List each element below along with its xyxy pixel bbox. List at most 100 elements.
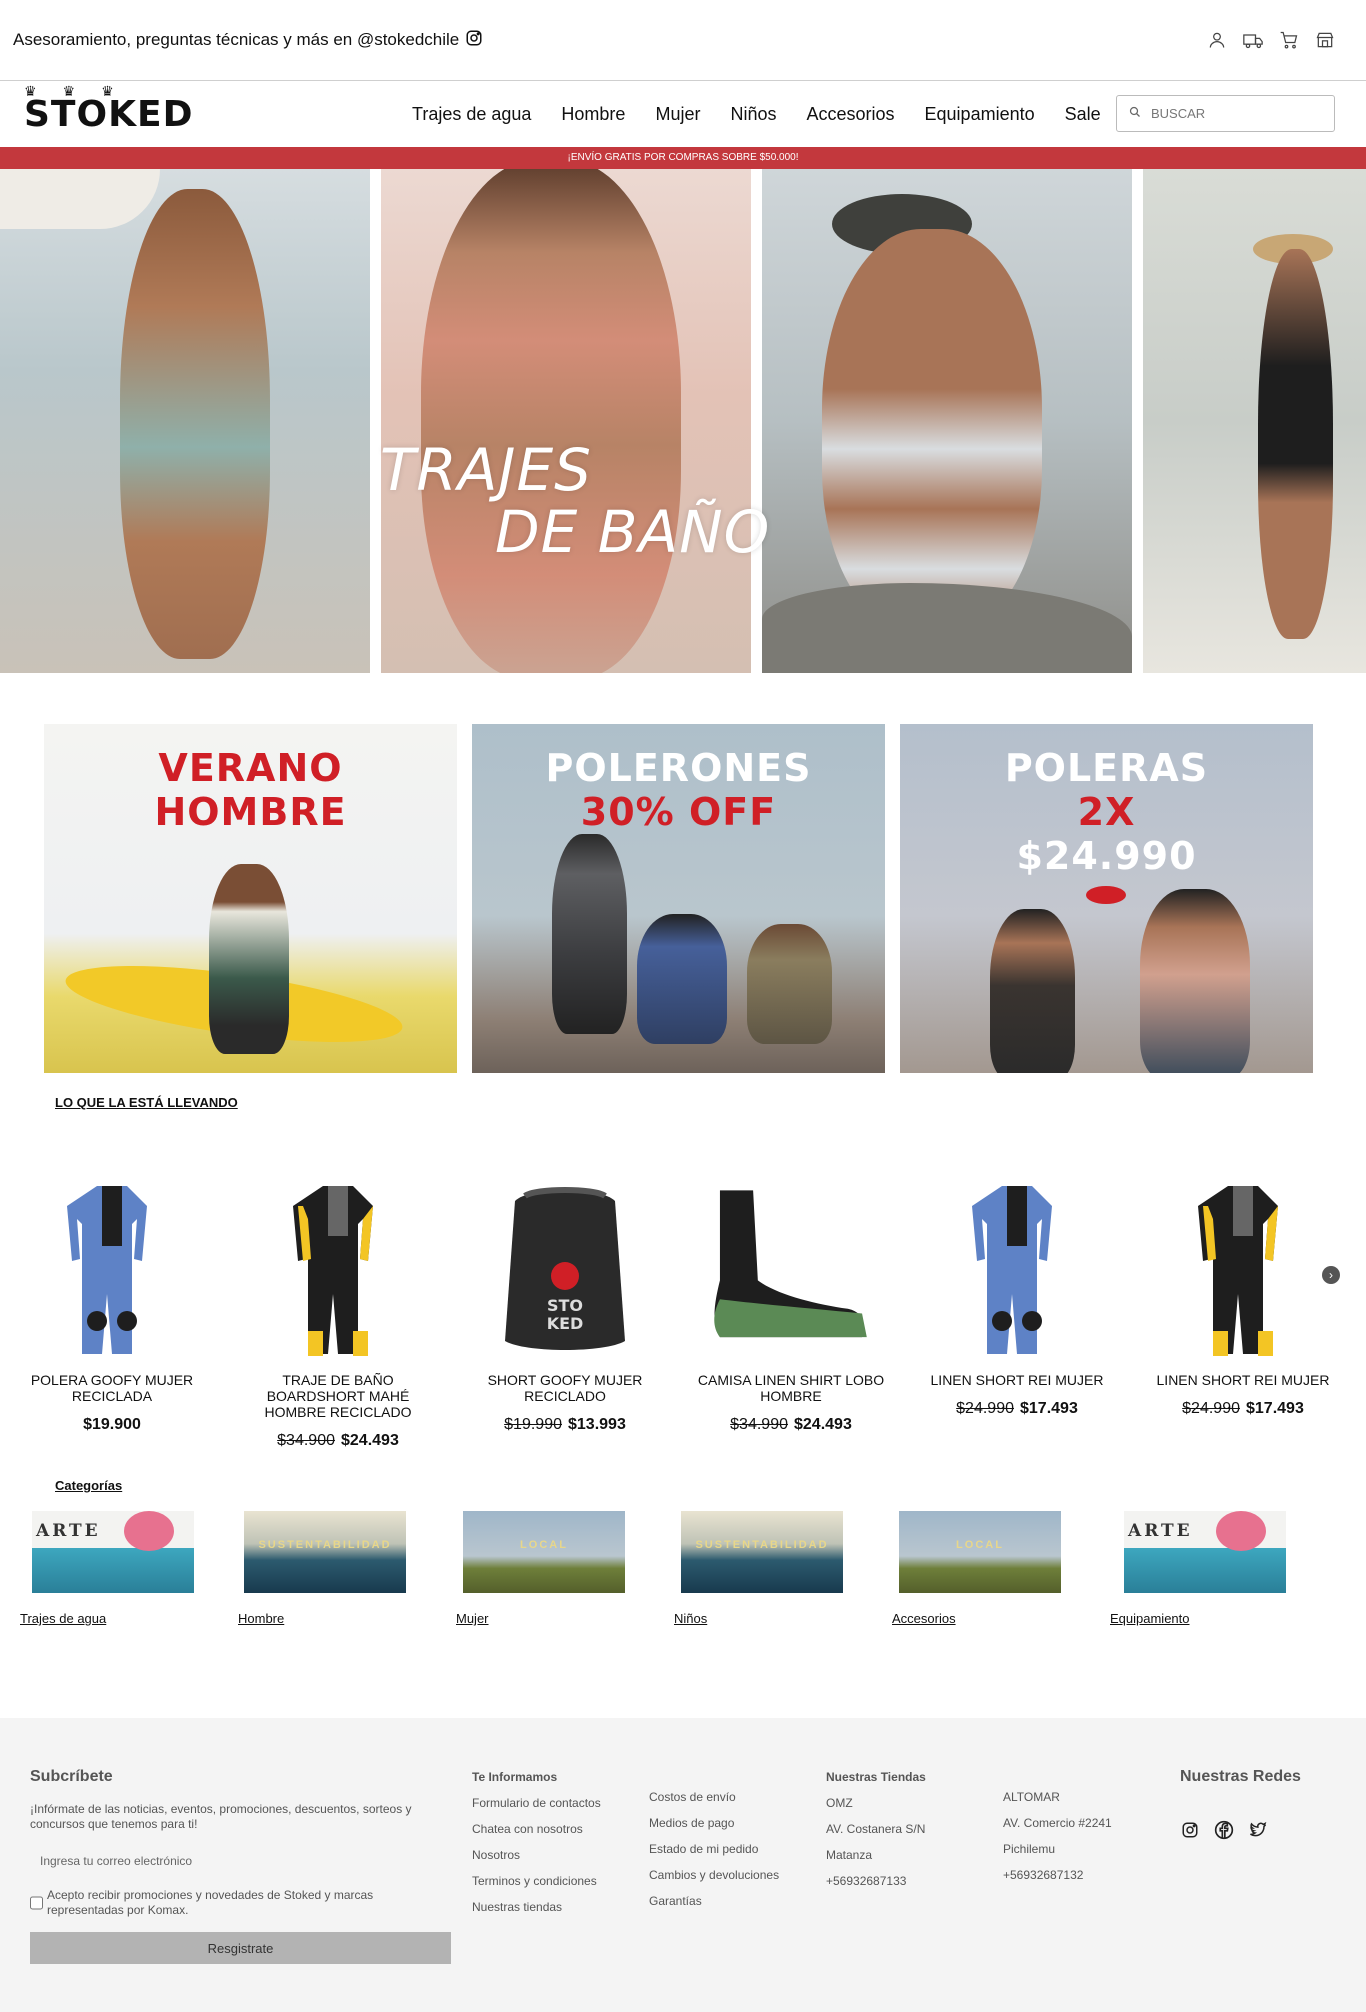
store-line: +56932687132: [1003, 1868, 1084, 1882]
product-price-old: $24.990: [956, 1400, 1014, 1417]
menu-item-equipamiento[interactable]: Equipamiento: [925, 104, 1035, 125]
category-label[interactable]: Trajes de agua: [20, 1611, 190, 1626]
user-icon[interactable]: [1206, 29, 1228, 51]
product-card[interactable]: LINEN SHORT REI MUJER $24.990 $17.493: [917, 1178, 1117, 1418]
instagram-icon[interactable]: [1180, 1820, 1200, 1840]
promo-banners: VERANO HOMBRE POLERONES 30% OFF POLERAS …: [0, 673, 1366, 1073]
search-input[interactable]: [1151, 106, 1311, 121]
stoked-logo[interactable]: ♛♛♛ STOKED: [24, 84, 194, 135]
footer-stores-2: ALTOMAR AV. Comercio #2241 Pichilemu +56…: [1003, 1778, 1112, 1882]
social-title: Nuestras Redes: [1180, 1768, 1301, 1785]
account-icons: [1206, 29, 1336, 51]
search-box: [1116, 95, 1335, 132]
category-item[interactable]: SUSTENTABILIDAD Niños: [674, 1511, 844, 1626]
store-line: AV. Comercio #2241: [1003, 1816, 1112, 1830]
footer-link[interactable]: Terminos y condiciones: [472, 1874, 601, 1888]
category-label[interactable]: Hombre: [238, 1611, 408, 1626]
product-price-old: $24.990: [1182, 1400, 1240, 1417]
banner-verano-hombre[interactable]: VERANO HOMBRE: [44, 724, 457, 1073]
stoked-wave-icon: [1086, 886, 1126, 904]
product-name: LINEN SHORT REI MUJER: [930, 1372, 1104, 1388]
truck-icon[interactable]: [1242, 29, 1264, 51]
stores-title: Nuestras Tiendas: [826, 1770, 926, 1784]
store-icon[interactable]: [1314, 29, 1336, 51]
footer-link[interactable]: Formulario de contactos: [472, 1796, 601, 1810]
footer-link[interactable]: Medios de pago: [649, 1816, 779, 1830]
cart-icon[interactable]: [1278, 29, 1300, 51]
carousel-next-icon[interactable]: ›: [1322, 1266, 1340, 1284]
top-bar: Asesoramiento, preguntas técnicas y más …: [0, 0, 1366, 81]
thumb-text: LOCAL: [520, 1539, 568, 1551]
register-button[interactable]: Resgistrate: [30, 1932, 451, 1964]
menu-item-ninos[interactable]: Niños: [730, 104, 776, 125]
menu-item-mujer[interactable]: Mujer: [655, 104, 700, 125]
category-item[interactable]: LOCAL Mujer: [456, 1511, 626, 1626]
top-bar-text: Asesoramiento, preguntas técnicas y más …: [13, 30, 460, 49]
category-label[interactable]: Niños: [674, 1611, 844, 1626]
twitter-icon[interactable]: [1248, 1820, 1268, 1840]
backpack-icon: STO KED: [475, 1178, 655, 1358]
footer-link[interactable]: Nosotros: [472, 1848, 601, 1862]
category-label[interactable]: Mujer: [456, 1611, 626, 1626]
category-item[interactable]: LOCAL Accesorios: [892, 1511, 1062, 1626]
social-icons: [1180, 1820, 1301, 1840]
product-card[interactable]: POLERA GOOFY MUJER RECICLADA $19.900: [12, 1178, 212, 1434]
product-name: TRAJE DE BAÑO BOARDSHORT MAHÉ HOMBRE REC…: [264, 1372, 412, 1420]
footer-subscribe: Subcríbete ¡Infórmate de las noticias, e…: [30, 1768, 451, 1964]
category-item[interactable]: SUSTENTABILIDAD Hombre: [238, 1511, 408, 1626]
category-label[interactable]: Accesorios: [892, 1611, 1062, 1626]
hero-banner[interactable]: TRAJES DE BAÑO: [0, 169, 1366, 673]
hero-title-line2: DE BAÑO: [495, 498, 771, 566]
consent-row: Acepto recibir promociones y novedades d…: [30, 1888, 450, 1918]
product-name: CAMISA LINEN SHIRT LOBO HOMBRE: [697, 1372, 885, 1404]
product-card[interactable]: CAMISA LINEN SHIRT LOBO HOMBRE $34.990 $2…: [691, 1178, 891, 1434]
product-price: $24.990 $17.493: [1143, 1400, 1343, 1418]
product-carousel: POLERA GOOFY MUJER RECICLADA $19.900 TRA…: [0, 1178, 1366, 1478]
footer-link[interactable]: Garantías: [649, 1894, 779, 1908]
footer-link[interactable]: Nuestras tiendas: [472, 1900, 601, 1914]
footer-link[interactable]: Estado de mi pedido: [649, 1842, 779, 1856]
banner-title: POLERAS 2X $24.990: [900, 746, 1313, 878]
category-list: ARTE Trajes de agua SUSTENTABILIDAD Homb…: [0, 1511, 1366, 1641]
banner-polerones[interactable]: POLERONES 30% OFF: [472, 724, 885, 1073]
menu-item-sale[interactable]: Sale: [1065, 104, 1101, 125]
main-nav: ♛♛♛ STOKED Trajes de agua Hombre Mujer N…: [0, 81, 1366, 147]
banner-poleras[interactable]: POLERAS 2X $24.990: [900, 724, 1313, 1073]
category-label[interactable]: Equipamiento: [1110, 1611, 1280, 1626]
menu-item-accesorios[interactable]: Accesorios: [807, 104, 895, 125]
footer-link[interactable]: Costos de envío: [649, 1790, 779, 1804]
category-thumbnail: LOCAL: [899, 1511, 1061, 1593]
consent-checkbox[interactable]: [30, 1888, 43, 1918]
promo-strip: ¡ENVÍO GRATIS POR COMPRAS SOBRE $50.000!: [0, 147, 1366, 169]
banner-line1: POLERONES: [545, 746, 812, 790]
instagram-icon[interactable]: [465, 29, 483, 52]
product-price-current: $13.993: [568, 1416, 626, 1433]
featured-section: LO QUE LA ESTÁ LLEVANDO: [0, 1095, 1366, 1110]
menu-item-hombre[interactable]: Hombre: [561, 104, 625, 125]
featured-heading[interactable]: LO QUE LA ESTÁ LLEVANDO: [0, 1095, 1366, 1110]
product-price-current: $19.900: [83, 1416, 141, 1433]
logo-text: STOKED: [24, 93, 194, 135]
product-card[interactable]: LINEN SHORT REI MUJER $24.990 $17.493: [1143, 1178, 1343, 1418]
svg-text:KED: KED: [547, 1314, 584, 1333]
store-line: ALTOMAR: [1003, 1790, 1060, 1804]
crown-icon: ♛♛♛: [24, 83, 140, 100]
svg-text:STO: STO: [547, 1296, 583, 1315]
product-card[interactable]: TRAJE DE BAÑO BOARDSHORT MAHÉ HOMBRE REC…: [238, 1178, 438, 1450]
menu-item-trajes-de-agua[interactable]: Trajes de agua: [412, 104, 531, 125]
product-price: $19.900: [12, 1416, 212, 1434]
product-card[interactable]: STO KED SHORT GOOFY MUJER RECICLADO $19.9…: [465, 1178, 665, 1434]
email-input[interactable]: [30, 1846, 450, 1876]
banner-line3: $24.990: [1016, 834, 1197, 878]
categories-heading[interactable]: Categorías: [0, 1478, 1366, 1493]
category-item[interactable]: ARTE Trajes de agua: [20, 1511, 194, 1626]
product-price-current: $24.493: [794, 1416, 852, 1433]
footer-link[interactable]: Cambios y devoluciones: [649, 1868, 779, 1882]
facebook-icon[interactable]: [1214, 1820, 1234, 1840]
category-item[interactable]: ARTE Equipamiento: [1110, 1511, 1286, 1626]
banner-title: VERANO HOMBRE: [44, 746, 457, 834]
product-price: $34.900 $24.493: [238, 1432, 438, 1450]
product-price: $19.990 $13.993: [465, 1416, 665, 1434]
banner-line2: 30% OFF: [580, 790, 777, 834]
footer-link[interactable]: Chatea con nosotros: [472, 1822, 601, 1836]
